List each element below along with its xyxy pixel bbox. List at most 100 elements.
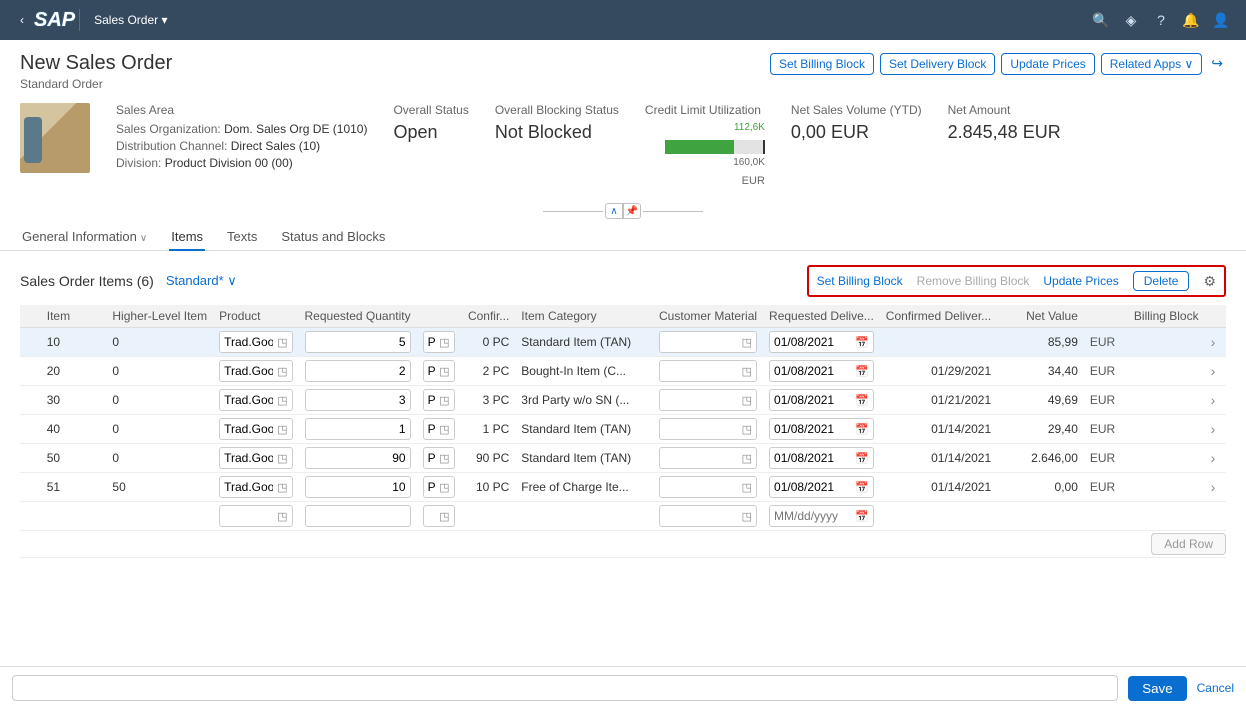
table-set-billing-block[interactable]: Set Billing Block: [817, 274, 903, 288]
table-row[interactable]: 100◳◳0 PCStandard Item (TAN)◳📅85,99EUR›: [20, 328, 1226, 357]
bell-icon[interactable]: 🔔: [1176, 12, 1206, 29]
value-help-icon[interactable]: ◳: [277, 365, 287, 378]
product-input[interactable]: ◳: [219, 331, 292, 353]
table-row[interactable]: 500◳◳90 PCStandard Item (TAN)◳📅01/14/202…: [20, 444, 1226, 473]
table-row[interactable]: 300◳◳3 PC3rd Party w/o SN (...◳📅01/21/20…: [20, 386, 1226, 415]
req-date-input[interactable]: 📅: [769, 360, 874, 382]
table-variant-selector[interactable]: Standard* ∨: [166, 273, 237, 289]
value-help-icon[interactable]: ◳: [439, 510, 449, 523]
product-input[interactable]: ◳: [219, 476, 292, 498]
qty-input[interactable]: [305, 360, 411, 382]
cust-mat-input[interactable]: ◳: [659, 389, 757, 411]
value-help-icon[interactable]: ◳: [439, 481, 449, 494]
product-input[interactable]: ◳: [219, 418, 292, 440]
cust-mat-input[interactable]: ◳: [659, 447, 757, 469]
table-settings-icon[interactable]: ⚙: [1203, 273, 1216, 290]
req-date-input[interactable]: 📅: [769, 505, 874, 527]
tab-status-and-blocks[interactable]: Status and Blocks: [279, 223, 387, 250]
value-help-icon[interactable]: ◳: [439, 452, 449, 465]
save-button[interactable]: Save: [1128, 676, 1186, 701]
value-help-icon[interactable]: ◳: [439, 336, 449, 349]
value-help-icon[interactable]: ◳: [742, 365, 752, 378]
calendar-icon[interactable]: 📅: [855, 423, 869, 436]
row-nav-icon[interactable]: ›: [1205, 415, 1226, 444]
value-help-icon[interactable]: ◳: [277, 336, 287, 349]
value-help-icon[interactable]: ◳: [277, 394, 287, 407]
row-nav-icon[interactable]: ›: [1205, 473, 1226, 502]
value-help-icon[interactable]: ◳: [277, 423, 287, 436]
table-row[interactable]: 5150◳◳10 PCFree of Charge Ite...◳📅01/14/…: [20, 473, 1226, 502]
req-date-input[interactable]: 📅: [769, 418, 874, 440]
table-update-prices[interactable]: Update Prices: [1043, 274, 1118, 288]
req-date-input[interactable]: 📅: [769, 447, 874, 469]
req-date-input[interactable]: 📅: [769, 389, 874, 411]
cancel-button[interactable]: Cancel: [1197, 681, 1234, 695]
related-apps-button[interactable]: Related Apps ∨: [1101, 53, 1203, 75]
row-nav-icon[interactable]: ›: [1205, 386, 1226, 415]
value-help-icon[interactable]: ◳: [742, 394, 752, 407]
user-icon[interactable]: 👤: [1206, 12, 1236, 29]
qty-input[interactable]: [305, 389, 411, 411]
value-help-icon[interactable]: ◳: [742, 452, 752, 465]
tab-texts[interactable]: Texts: [225, 223, 259, 250]
share-icon[interactable]: ↪: [1208, 52, 1226, 75]
product-input[interactable]: ◳: [219, 505, 292, 527]
uom-input[interactable]: ◳: [423, 418, 455, 440]
req-date-input[interactable]: 📅: [769, 476, 874, 498]
value-help-icon[interactable]: ◳: [439, 365, 449, 378]
qty-input[interactable]: [305, 505, 411, 527]
back-button[interactable]: ‹: [10, 13, 34, 27]
calendar-icon[interactable]: 📅: [855, 481, 869, 494]
value-help-icon[interactable]: ◳: [742, 510, 752, 523]
cust-mat-input[interactable]: ◳: [659, 418, 757, 440]
collapse-up-icon[interactable]: ∧: [605, 203, 623, 219]
value-help-icon[interactable]: ◳: [277, 510, 287, 523]
cust-mat-input[interactable]: ◳: [659, 476, 757, 498]
row-nav-icon[interactable]: ›: [1205, 357, 1226, 386]
help-icon[interactable]: ?: [1146, 12, 1176, 28]
set-billing-block-button[interactable]: Set Billing Block: [770, 53, 874, 75]
search-icon[interactable]: 🔍: [1086, 12, 1116, 29]
uom-input[interactable]: ◳: [423, 476, 455, 498]
footer-message-input[interactable]: [12, 675, 1118, 701]
calendar-icon[interactable]: 📅: [855, 452, 869, 465]
value-help-icon[interactable]: ◳: [742, 423, 752, 436]
uom-input[interactable]: ◳: [423, 389, 455, 411]
cust-mat-input[interactable]: ◳: [659, 505, 757, 527]
table-delete-button[interactable]: Delete: [1133, 271, 1190, 291]
set-delivery-block-button[interactable]: Set Delivery Block: [880, 53, 995, 75]
table-row[interactable]: 400◳◳1 PCStandard Item (TAN)◳📅01/14/2021…: [20, 415, 1226, 444]
uom-input[interactable]: ◳: [423, 505, 455, 527]
app-title[interactable]: Sales Order ▾: [84, 13, 177, 27]
qty-input[interactable]: [305, 476, 411, 498]
qty-input[interactable]: [305, 418, 411, 440]
update-prices-button[interactable]: Update Prices: [1001, 53, 1094, 75]
uom-input[interactable]: ◳: [423, 331, 455, 353]
row-nav-icon[interactable]: ›: [1205, 444, 1226, 473]
product-input[interactable]: ◳: [219, 447, 292, 469]
value-help-icon[interactable]: ◳: [439, 423, 449, 436]
value-help-icon[interactable]: ◳: [742, 481, 752, 494]
uom-input[interactable]: ◳: [423, 447, 455, 469]
calendar-icon[interactable]: 📅: [855, 510, 869, 523]
product-input[interactable]: ◳: [219, 360, 292, 382]
tab-items[interactable]: Items: [169, 223, 205, 250]
calendar-icon[interactable]: 📅: [855, 394, 869, 407]
qty-input[interactable]: [305, 331, 411, 353]
req-date-input[interactable]: 📅: [769, 331, 874, 353]
table-row[interactable]: 200◳◳2 PCBought-In Item (C...◳📅01/29/202…: [20, 357, 1226, 386]
calendar-icon[interactable]: 📅: [855, 365, 869, 378]
value-help-icon[interactable]: ◳: [742, 336, 752, 349]
value-help-icon[interactable]: ◳: [277, 452, 287, 465]
copilot-icon[interactable]: ◈: [1116, 12, 1146, 29]
product-input[interactable]: ◳: [219, 389, 292, 411]
cust-mat-input[interactable]: ◳: [659, 360, 757, 382]
tab-general-information[interactable]: General Information∨: [20, 223, 149, 250]
uom-input[interactable]: ◳: [423, 360, 455, 382]
cust-mat-input[interactable]: ◳: [659, 331, 757, 353]
row-nav-icon[interactable]: ›: [1205, 328, 1226, 357]
value-help-icon[interactable]: ◳: [439, 394, 449, 407]
qty-input[interactable]: [305, 447, 411, 469]
calendar-icon[interactable]: 📅: [855, 336, 869, 349]
net-sales-ytd-link[interactable]: Net Sales Volume (YTD): [791, 103, 922, 117]
